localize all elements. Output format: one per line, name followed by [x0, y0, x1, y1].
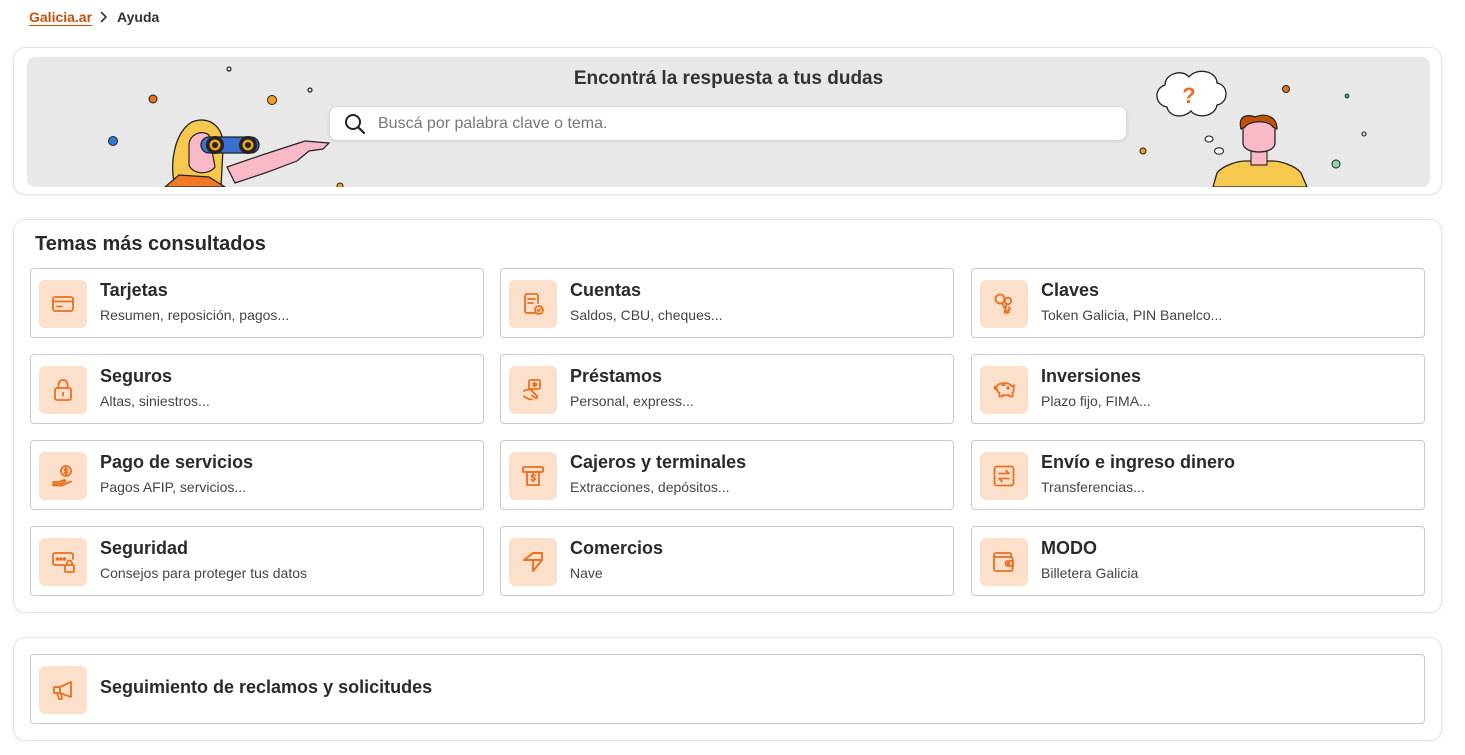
topic-card-tarjetas[interactable]: Tarjetas Resumen, reposición, pagos...	[30, 268, 484, 338]
search-hero-banner: Encontrá la respuesta a tus dudas Buscá …	[27, 57, 1430, 187]
topic-card-inversiones[interactable]: Inversiones Plazo fijo, FIMA...	[971, 354, 1425, 424]
search-input[interactable]	[378, 114, 1078, 133]
breadcrumb: Galicia.ar Ayuda	[29, 7, 159, 27]
topic-title: Pago de servicios	[100, 452, 254, 472]
topic-description: Consejos para proteger tus datos	[100, 565, 308, 581]
popular-topics-title: Temas más consultados	[35, 233, 266, 255]
topic-title: Préstamos	[570, 366, 663, 386]
topic-title: Seguros	[100, 366, 173, 386]
topic-description: Personal, express...	[570, 393, 694, 409]
topic-card-pago-de-servicios[interactable]: Pago de servicios Pagos AFIP, servicios.…	[30, 440, 484, 510]
topic-card-cajeros-y-terminales[interactable]: Cajeros y terminales Extracciones, depós…	[500, 440, 954, 510]
topic-description: Pagos AFIP, servicios...	[100, 479, 247, 495]
chevron-right-icon	[100, 11, 108, 23]
topic-description: Transferencias...	[1041, 479, 1145, 495]
keys-icon	[980, 280, 1028, 328]
topic-title: Cuentas	[570, 280, 642, 300]
svg-text:?: ?	[1182, 83, 1195, 108]
topic-card-prestamos[interactable]: Préstamos Personal, express...	[500, 354, 954, 424]
credit-card-icon	[39, 280, 87, 328]
transfer-icon	[980, 452, 1028, 500]
claims-card: Seguimiento de reclamos y solicitudes	[13, 637, 1442, 741]
account-document-icon	[509, 280, 557, 328]
topic-title: Seguridad	[100, 538, 189, 558]
atm-cash-icon	[509, 452, 557, 500]
security-password-icon	[39, 538, 87, 586]
topic-description: Saldos, CBU, cheques...	[570, 307, 723, 323]
topic-title: Inversiones	[1041, 366, 1142, 386]
popular-topics-card: Temas más consultados Tarjetas Resumen, …	[13, 219, 1442, 613]
topic-card-modo[interactable]: MODO Billetera Galicia	[971, 526, 1425, 596]
thinking-man-illustration: ?	[1139, 70, 1367, 187]
topic-title: Envío e ingreso dinero	[1041, 452, 1236, 472]
megaphone-icon	[39, 666, 87, 714]
topic-description: Token Galicia, PIN Banelco...	[1041, 307, 1223, 323]
topic-title: Cajeros y terminales	[570, 452, 747, 472]
claims-tracking-link[interactable]: Seguimiento de reclamos y solicitudes	[30, 654, 1425, 724]
topic-description: Billetera Galicia	[1041, 565, 1139, 581]
breadcrumb-home-link[interactable]: Galicia.ar	[29, 9, 92, 25]
topic-card-seguros[interactable]: Seguros Altas, siniestros...	[30, 354, 484, 424]
topic-description: Resumen, reposición, pagos...	[100, 307, 290, 323]
search-hero-card: Encontrá la respuesta a tus dudas Buscá …	[13, 47, 1442, 195]
topic-card-seguridad[interactable]: Seguridad Consejos para proteger tus dat…	[30, 526, 484, 596]
topic-title: Tarjetas	[100, 280, 168, 300]
breadcrumb-current: Ayuda	[117, 9, 160, 25]
topic-card-comercios[interactable]: Comercios Nave	[500, 526, 954, 596]
loan-hand-icon	[509, 366, 557, 414]
topic-description: Altas, siniestros...	[100, 393, 210, 409]
claims-title: Seguimiento de reclamos y solicitudes	[100, 677, 433, 697]
topic-description: Plazo fijo, FIMA...	[1041, 393, 1151, 409]
topic-title: Claves	[1041, 280, 1100, 300]
topic-card-claves[interactable]: Claves Token Galicia, PIN Banelco...	[971, 268, 1425, 338]
woman-binoculars-illustration	[108, 66, 344, 187]
search-box[interactable]	[329, 106, 1127, 141]
wallet-icon	[980, 538, 1028, 586]
topic-title: MODO	[1041, 538, 1097, 558]
topic-description: Extracciones, depósitos...	[570, 479, 730, 495]
topic-description: Nave	[570, 565, 603, 581]
lock-icon	[39, 366, 87, 414]
topic-title: Comercios	[570, 538, 664, 558]
topic-card-cuentas[interactable]: Cuentas Saldos, CBU, cheques...	[500, 268, 954, 338]
topic-card-envio-e-ingreso-dinero[interactable]: Envío e ingreso dinero Transferencias...	[971, 440, 1425, 510]
piggy-bank-icon	[980, 366, 1028, 414]
payment-hand-icon	[39, 452, 87, 500]
nave-icon	[509, 538, 557, 586]
